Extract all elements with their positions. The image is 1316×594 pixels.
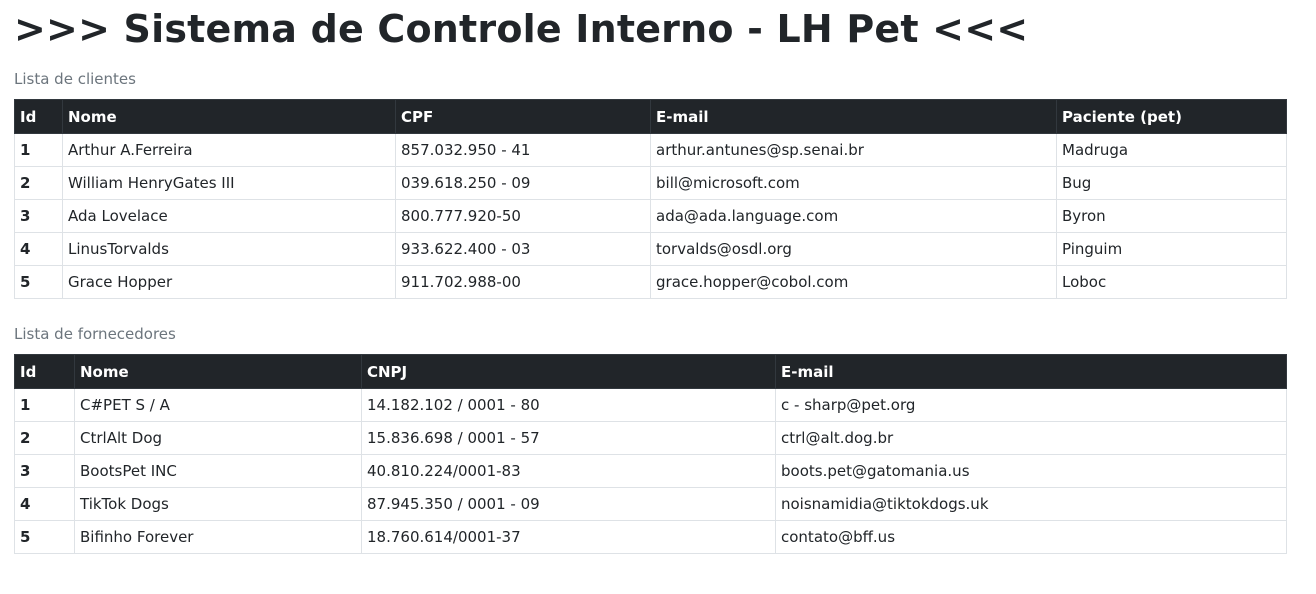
cliente-nome: Grace Hopper [62,265,396,299]
table-row: 4 LinusTorvalds 933.622.400 - 03 torvald… [14,232,1287,266]
clientes-caption: Lista de clientes [14,70,136,88]
clientes-header-row: Id Nome CPF E-mail Paciente (pet) [14,99,1287,134]
cliente-nome: Arthur A.Ferreira [62,133,396,167]
fornecedor-id: 3 [14,454,75,488]
fornecedor-nome: BootsPet INC [74,454,362,488]
fornecedores-table: Id Nome CNPJ E-mail 1 C#PET S / A 14.182… [14,354,1287,554]
table-row: 2 William HenryGates III 039.618.250 - 0… [14,166,1287,200]
fornecedores-header-id: Id [14,354,75,389]
cliente-nome: Ada Lovelace [62,199,396,233]
cliente-email: grace.hopper@cobol.com [650,265,1057,299]
fornecedores-header-row: Id Nome CNPJ E-mail [14,354,1287,389]
fornecedor-email: ctrl@alt.dog.br [775,421,1287,455]
page-title: >>> Sistema de Controle Interno - LH Pet… [14,7,1029,51]
fornecedor-cnpj: 40.810.224/0001-83 [361,454,776,488]
fornecedor-email: c - sharp@pet.org [775,388,1287,422]
cliente-id: 3 [14,199,63,233]
fornecedores-header-email: E-mail [775,354,1287,389]
cliente-nome: LinusTorvalds [62,232,396,266]
clientes-header-pet: Paciente (pet) [1056,99,1287,134]
clientes-header-nome: Nome [62,99,396,134]
cliente-nome: William HenryGates III [62,166,396,200]
table-row: 1 Arthur A.Ferreira 857.032.950 - 41 art… [14,133,1287,167]
clientes-header-email: E-mail [650,99,1057,134]
fornecedores-header-nome: Nome [74,354,362,389]
cliente-id: 5 [14,265,63,299]
cliente-email: torvalds@osdl.org [650,232,1057,266]
cliente-pet: Byron [1056,199,1287,233]
fornecedor-nome: CtrlAlt Dog [74,421,362,455]
cliente-id: 1 [14,133,63,167]
fornecedor-id: 4 [14,487,75,521]
cliente-id: 4 [14,232,63,266]
cliente-email: arthur.antunes@sp.senai.br [650,133,1057,167]
clientes-header-id: Id [14,99,63,134]
fornecedor-email: noisnamidia@tiktokdogs.uk [775,487,1287,521]
cliente-email: bill@microsoft.com [650,166,1057,200]
fornecedor-id: 2 [14,421,75,455]
fornecedor-nome: Bifinho Forever [74,520,362,554]
fornecedor-id: 5 [14,520,75,554]
table-row: 3 Ada Lovelace 800.777.920-50 ada@ada.la… [14,199,1287,233]
cliente-pet: Bug [1056,166,1287,200]
fornecedor-email: boots.pet@gatomania.us [775,454,1287,488]
fornecedor-cnpj: 18.760.614/0001-37 [361,520,776,554]
cliente-cpf: 857.032.950 - 41 [395,133,651,167]
fornecedor-email: contato@bff.us [775,520,1287,554]
cliente-cpf: 800.777.920-50 [395,199,651,233]
table-row: 4 TikTok Dogs 87.945.350 / 0001 - 09 noi… [14,487,1287,521]
cliente-id: 2 [14,166,63,200]
fornecedor-nome: C#PET S / A [74,388,362,422]
cliente-cpf: 039.618.250 - 09 [395,166,651,200]
fornecedor-nome: TikTok Dogs [74,487,362,521]
fornecedor-cnpj: 15.836.698 / 0001 - 57 [361,421,776,455]
table-row: 1 C#PET S / A 14.182.102 / 0001 - 80 c -… [14,388,1287,422]
table-row: 2 CtrlAlt Dog 15.836.698 / 0001 - 57 ctr… [14,421,1287,455]
fornecedor-id: 1 [14,388,75,422]
clientes-header-cpf: CPF [395,99,651,134]
fornecedores-caption: Lista de fornecedores [14,325,176,343]
cliente-pet: Loboc [1056,265,1287,299]
fornecedor-cnpj: 87.945.350 / 0001 - 09 [361,487,776,521]
table-row: 5 Grace Hopper 911.702.988-00 grace.hopp… [14,265,1287,299]
table-row: 5 Bifinho Forever 18.760.614/0001-37 con… [14,520,1287,554]
fornecedor-cnpj: 14.182.102 / 0001 - 80 [361,388,776,422]
cliente-cpf: 933.622.400 - 03 [395,232,651,266]
fornecedores-header-cnpj: CNPJ [361,354,776,389]
table-row: 3 BootsPet INC 40.810.224/0001-83 boots.… [14,454,1287,488]
cliente-email: ada@ada.language.com [650,199,1057,233]
cliente-pet: Madruga [1056,133,1287,167]
clientes-table: Id Nome CPF E-mail Paciente (pet) 1 Arth… [14,99,1287,299]
cliente-pet: Pinguim [1056,232,1287,266]
cliente-cpf: 911.702.988-00 [395,265,651,299]
